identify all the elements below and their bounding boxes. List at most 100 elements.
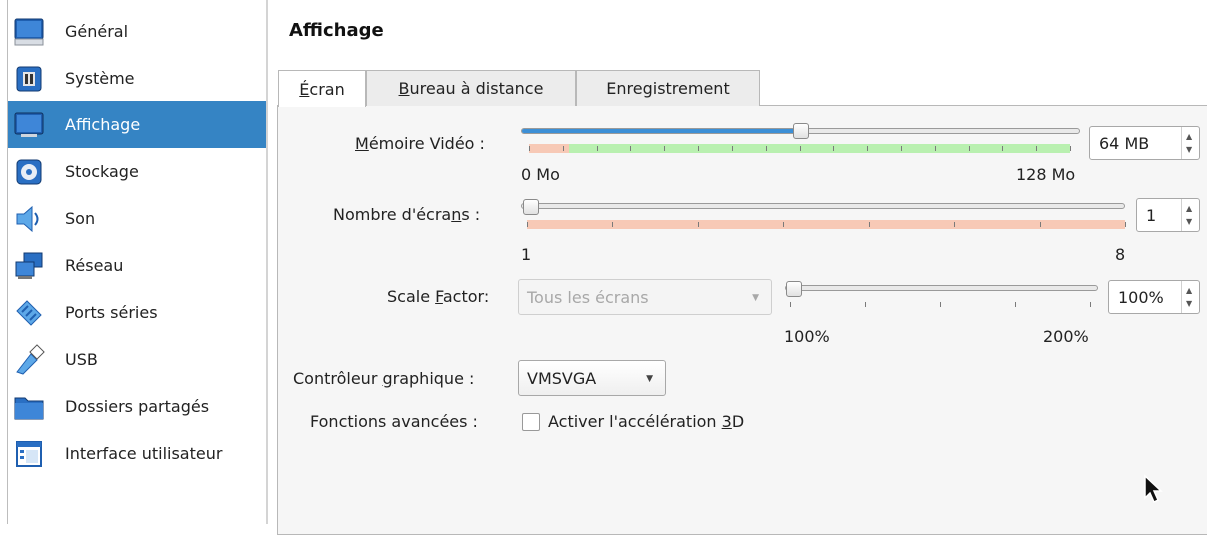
slider-tick xyxy=(612,222,614,227)
slider-tick xyxy=(596,146,598,151)
slider-tick xyxy=(790,302,791,307)
video-memory-slider-handle[interactable] xyxy=(792,123,809,139)
tab-screen[interactable]: Écran xyxy=(278,70,366,107)
slider-tick xyxy=(783,222,785,227)
down-arrow-icon[interactable]: ▼ xyxy=(1186,145,1192,154)
slider-tick xyxy=(833,146,835,151)
network-icon xyxy=(12,249,46,283)
slider-tick xyxy=(1039,222,1041,227)
video-memory-spinbox[interactable]: 64 MB ▲ ▼ xyxy=(1089,126,1200,160)
advanced-features-label: Fonctions avancées : xyxy=(310,412,478,431)
down-arrow-icon[interactable]: ▼ xyxy=(1186,299,1192,308)
scale-factor-value: 100% xyxy=(1118,288,1164,307)
monitor-count-label: Nombre d'écrans : xyxy=(333,205,481,224)
monitor-count-max-label: 8 xyxy=(1115,245,1126,264)
graphics-controller-combo[interactable]: VMSVGA ▼ xyxy=(518,360,666,396)
tab-label: Écran xyxy=(299,79,345,99)
slider-tick xyxy=(868,222,870,227)
chevron-down-icon: ▼ xyxy=(646,374,653,384)
monitor-count-stepper[interactable]: ▲ ▼ xyxy=(1181,199,1199,231)
scale-factor-slider-handle[interactable] xyxy=(786,281,802,297)
sidebar-item-audio[interactable]: Son xyxy=(8,195,266,242)
scale-factor-screen-combo[interactable]: Tous les écrans ▼ xyxy=(518,279,772,315)
video-memory-stepper[interactable]: ▲ ▼ xyxy=(1181,127,1199,159)
scale-factor-min-label: 100% xyxy=(784,327,830,346)
tab-label: Bureau à distance xyxy=(398,79,544,98)
scale-factor-screen-value: Tous les écrans xyxy=(527,288,649,307)
sidebar-item-label: Dossiers partagés xyxy=(65,397,210,416)
3d-acceleration-label[interactable]: Activer l'accélération 3D xyxy=(548,412,744,431)
slider-tick xyxy=(867,146,869,151)
sidebar-item-label: Affichage xyxy=(65,115,141,134)
monitor-count-slider-groove[interactable] xyxy=(521,203,1125,209)
slider-tick xyxy=(529,146,530,151)
monitor-count-spinbox[interactable]: 1 ▲ ▼ xyxy=(1136,198,1200,232)
sidebar-item-usb[interactable]: USB xyxy=(8,336,266,383)
sidebar-item-storage[interactable]: Stockage xyxy=(8,148,266,195)
video-memory-label: Mémoire Vidéo : xyxy=(355,134,485,153)
sidebar-item-display[interactable]: Affichage xyxy=(8,101,266,148)
system-icon xyxy=(12,62,46,96)
slider-tick xyxy=(934,146,936,151)
video-memory-max-label: 128 Mo xyxy=(1016,165,1076,184)
scale-factor-slider-groove[interactable] xyxy=(785,285,1098,291)
graphics-controller-label: Contrôleur graphique : xyxy=(293,369,475,388)
slider-tick xyxy=(1090,302,1091,307)
sidebar-item-label: Général xyxy=(65,22,129,41)
general-icon xyxy=(12,15,46,49)
usb-icon xyxy=(12,343,46,377)
mouse-pointer-icon xyxy=(1144,474,1163,504)
display-icon xyxy=(12,108,46,142)
slider-tick xyxy=(799,146,801,151)
slider-tick xyxy=(765,146,767,151)
settings-sidebar: Général Système Affichage Stockage Son R… xyxy=(0,0,266,524)
graphics-controller-value: VMSVGA xyxy=(527,369,597,388)
sidebar-item-label: Système xyxy=(65,69,135,88)
up-arrow-icon[interactable]: ▲ xyxy=(1186,286,1192,295)
scale-factor-spinbox[interactable]: 100% ▲ ▼ xyxy=(1108,280,1200,314)
monitor-count-slider-handle[interactable] xyxy=(523,199,539,215)
sidebar-item-general[interactable]: Général xyxy=(8,8,266,55)
sidebar-item-shared-folders[interactable]: Dossiers partagés xyxy=(8,383,266,430)
serial-ports-icon xyxy=(12,296,46,330)
video-memory-scale-bar xyxy=(529,144,1071,153)
3d-acceleration-checkbox[interactable] xyxy=(522,413,540,431)
page-title: Affichage xyxy=(289,20,384,41)
tab-remote-display[interactable]: Bureau à distance xyxy=(366,70,576,106)
scale-factor-max-label: 200% xyxy=(1043,327,1089,346)
storage-icon xyxy=(12,155,46,189)
sidebar-item-serial-ports[interactable]: Ports séries xyxy=(8,289,266,336)
monitor-count-value: 1 xyxy=(1146,206,1157,225)
sidebar-item-label: Ports séries xyxy=(65,303,158,322)
scale-factor-stepper[interactable]: ▲ ▼ xyxy=(1181,281,1199,313)
tab-label: Enregistrement xyxy=(606,79,730,98)
panel-splitter[interactable] xyxy=(266,0,268,524)
slider-tick xyxy=(1125,222,1126,227)
up-arrow-icon[interactable]: ▲ xyxy=(1186,132,1192,141)
down-arrow-icon[interactable]: ▼ xyxy=(1186,217,1192,226)
slider-tick xyxy=(940,302,941,307)
tab-recording[interactable]: Enregistrement xyxy=(576,70,760,106)
monitor-count-min-label: 1 xyxy=(521,245,532,264)
video-memory-slider-fill xyxy=(522,129,802,133)
chevron-down-icon: ▼ xyxy=(752,293,759,303)
user-interface-icon xyxy=(12,437,46,471)
slider-tick xyxy=(1070,146,1071,151)
slider-tick xyxy=(1036,146,1038,151)
up-arrow-icon[interactable]: ▲ xyxy=(1186,204,1192,213)
sidebar-item-network[interactable]: Réseau xyxy=(8,242,266,289)
slider-tick xyxy=(1002,146,1004,151)
slider-tick xyxy=(630,146,632,151)
sidebar-item-label: USB xyxy=(65,350,98,369)
slider-tick xyxy=(698,146,700,151)
slider-tick xyxy=(562,146,564,151)
slider-tick xyxy=(731,146,733,151)
scale-factor-label: Scale Factor: xyxy=(387,287,490,306)
video-memory-value: 64 MB xyxy=(1099,134,1150,153)
slider-tick xyxy=(900,146,902,151)
slider-tick xyxy=(865,302,866,307)
shared-folders-icon xyxy=(12,390,46,424)
sidebar-item-label: Stockage xyxy=(65,162,139,181)
sidebar-item-system[interactable]: Système xyxy=(8,55,266,102)
sidebar-item-user-interface[interactable]: Interface utilisateur xyxy=(8,430,266,477)
